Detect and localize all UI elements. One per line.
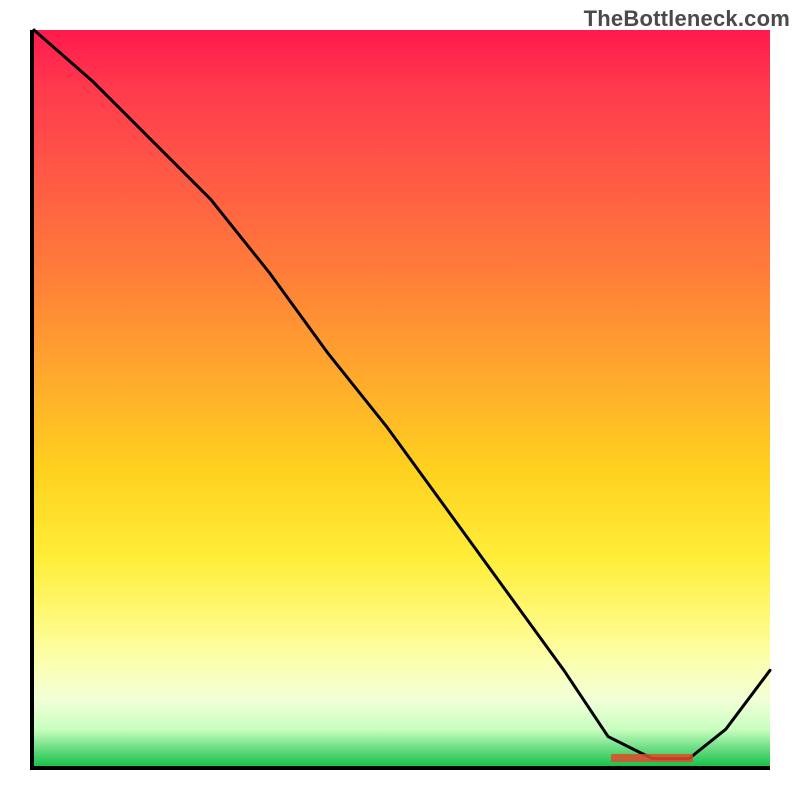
watermark-text: TheBottleneck.com	[584, 6, 790, 32]
trough-marker	[611, 754, 692, 762]
line-chart	[34, 30, 770, 766]
chart-stage: TheBottleneck.com	[0, 0, 800, 800]
curve-path	[34, 30, 770, 759]
plot-area	[30, 30, 770, 770]
